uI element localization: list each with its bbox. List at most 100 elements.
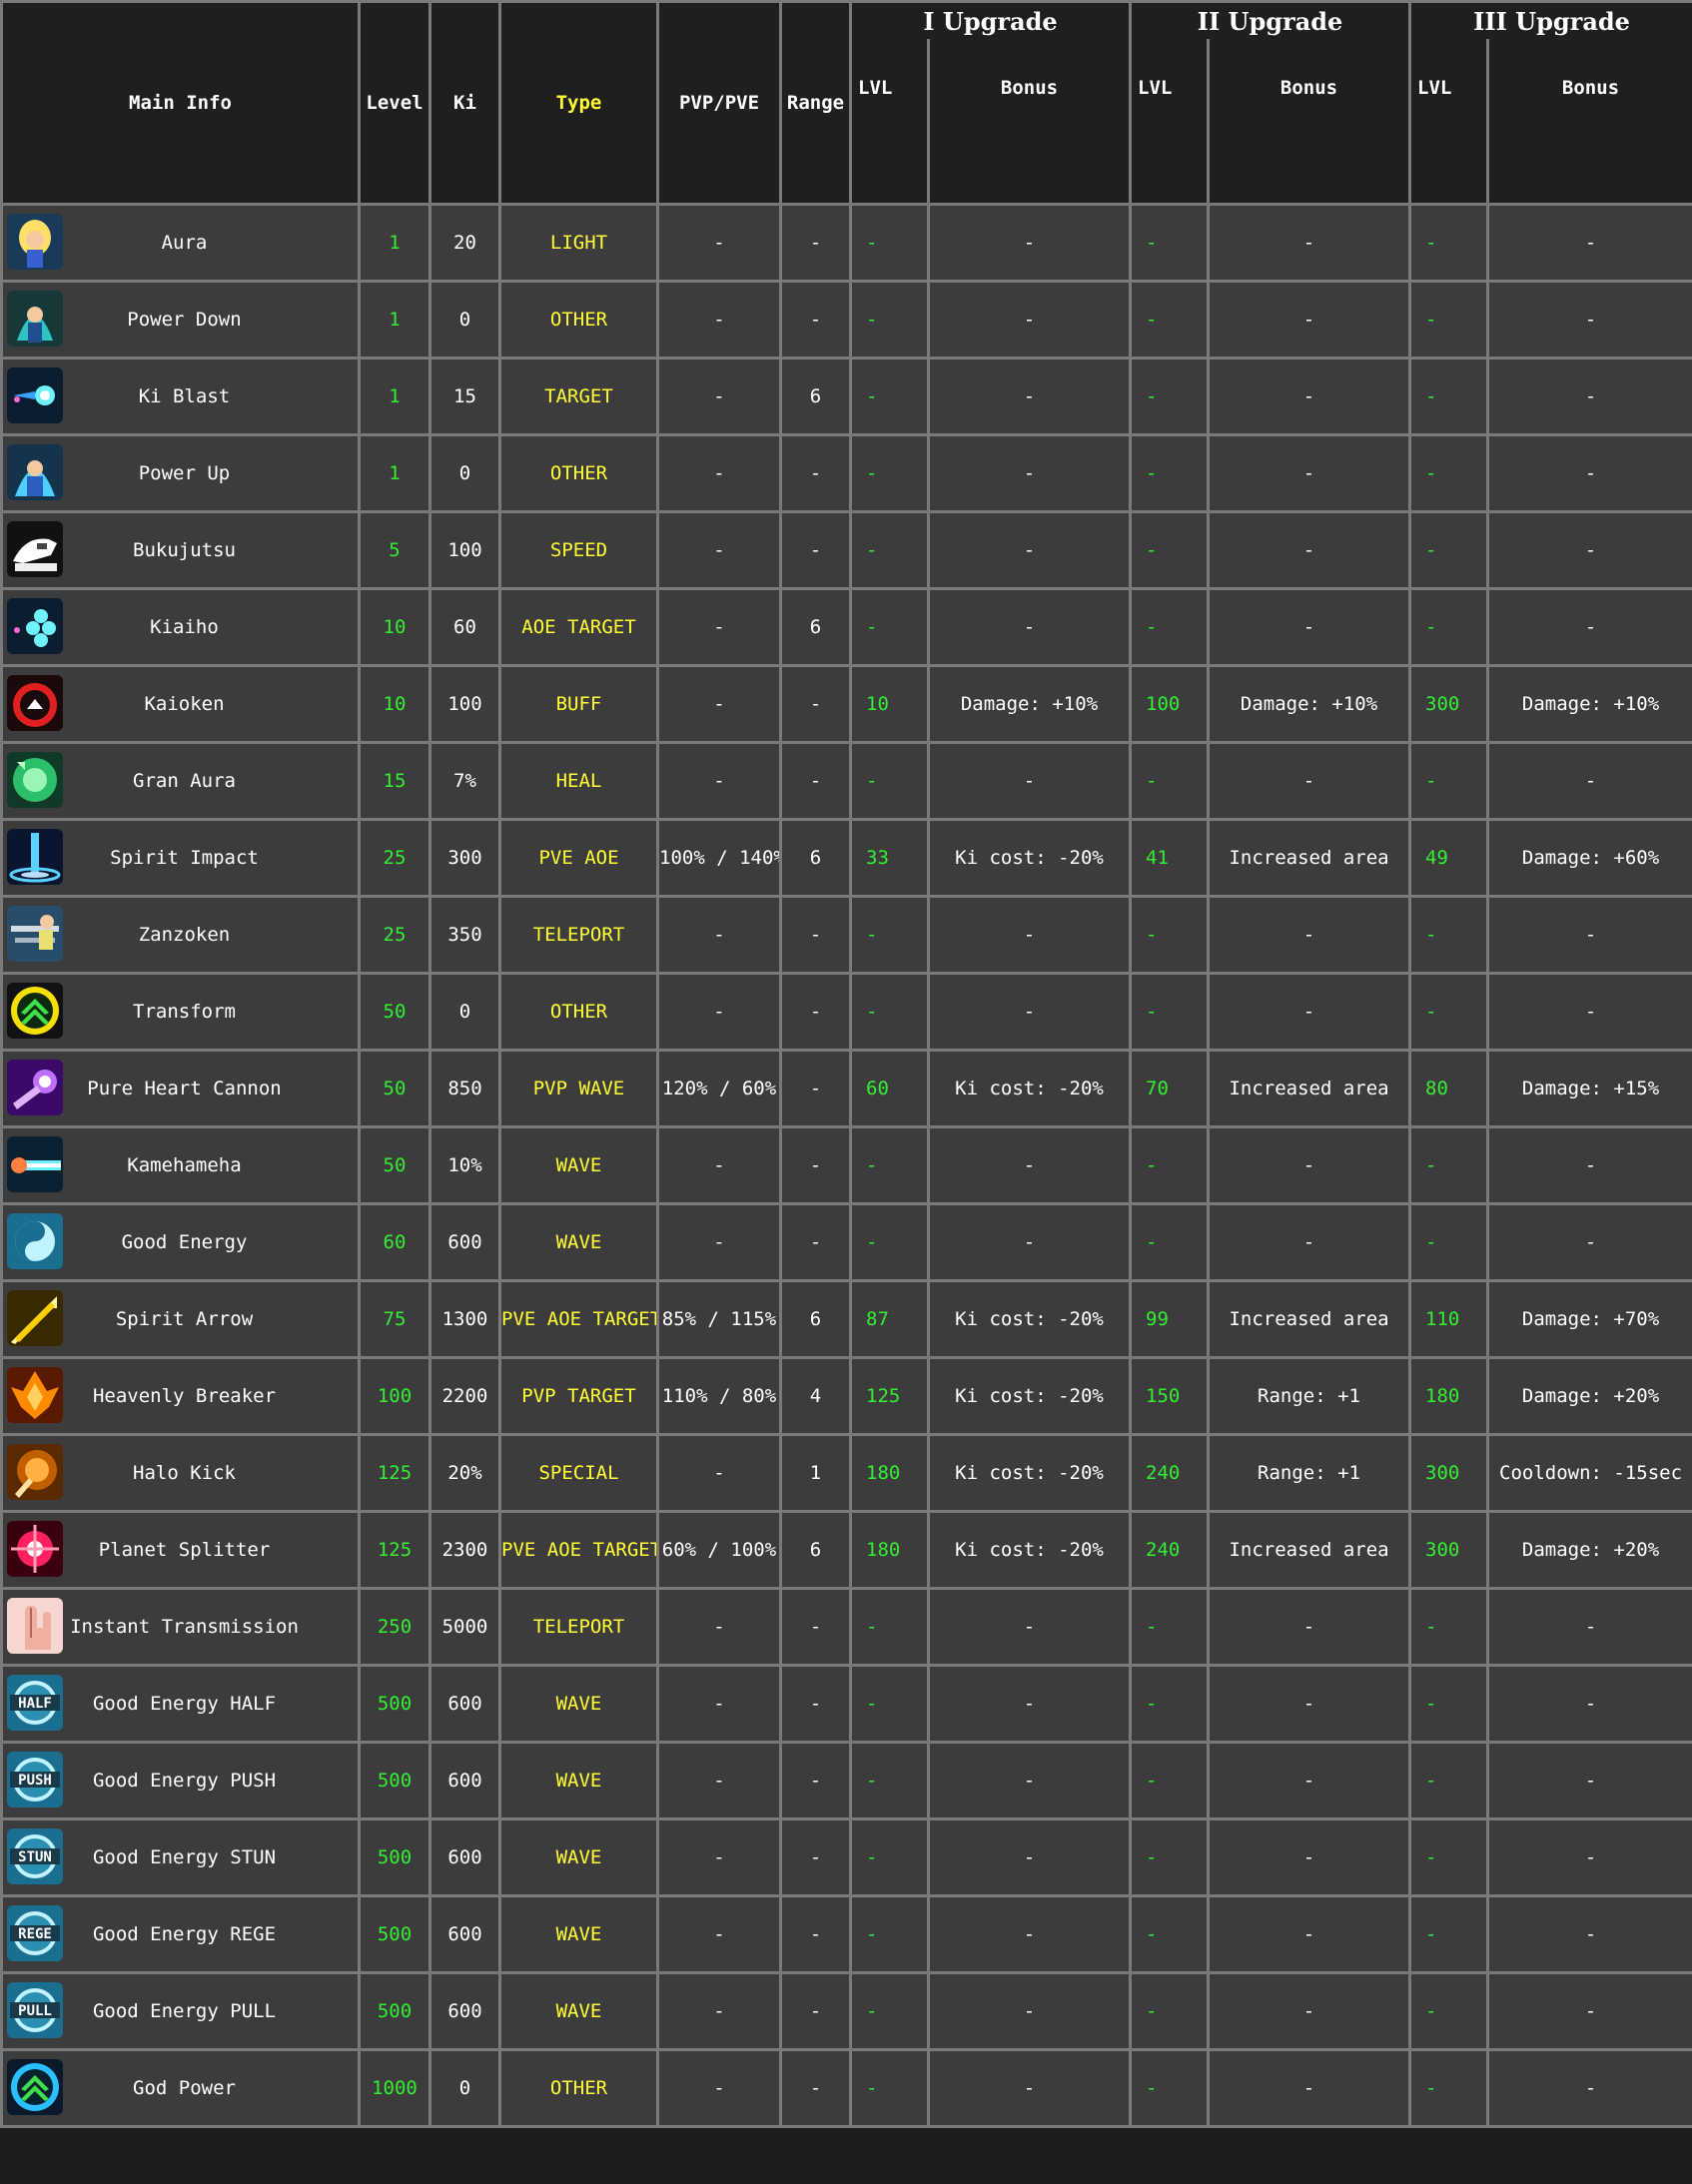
- upgrade-3-bonus-cell: -: [1486, 1587, 1692, 1667]
- header-ki: Ki: [428, 0, 501, 206]
- upgrade-3-bonus-cell: -: [1486, 203, 1692, 283]
- level-cell: 50: [358, 972, 431, 1052]
- type-cell: OTHER: [498, 433, 659, 513]
- type-cell: BUFF: [498, 664, 659, 744]
- upgrade-3-lvl-cell: 300: [1408, 1510, 1490, 1590]
- skills-table-page: Main Info Level Ki Type PVP/PVE Range I …: [0, 0, 1692, 2184]
- header-upgrade-1-bonus: Bonus: [926, 39, 1133, 206]
- upgrade-2-lvl-cell: -: [1129, 741, 1211, 821]
- ki-blast-icon: [7, 367, 63, 423]
- upgrade-2-lvl-cell: -: [1129, 1587, 1211, 1667]
- range-cell: -: [779, 510, 852, 590]
- pvp-pve-cell: -: [656, 1818, 782, 1897]
- planet-splitter-icon: [7, 1521, 63, 1577]
- skill-name: Heavenly Breaker: [92, 1385, 277, 1407]
- upgrade-3-bonus-cell: -: [1486, 895, 1692, 975]
- upgrade-1-bonus-cell: -: [926, 1587, 1133, 1667]
- upgrade-2-lvl-cell: -: [1129, 587, 1211, 667]
- upgrade-2-lvl-cell: -: [1129, 1202, 1211, 1282]
- skill-name: Ki Blast: [138, 385, 231, 407]
- spirit-impact-icon: [7, 829, 63, 885]
- pvp-pve-cell: -: [656, 1664, 782, 1744]
- level-cell: 25: [358, 818, 431, 898]
- upgrade-2-lvl-cell: -: [1129, 1664, 1211, 1744]
- upgrade-3-bonus-cell: -: [1486, 357, 1692, 436]
- upgrade-2-lvl-cell: -: [1129, 1741, 1211, 1820]
- upgrade-1-lvl-cell: -: [849, 972, 930, 1052]
- upgrade-2-lvl-cell: 70: [1129, 1049, 1211, 1128]
- type-cell: TARGET: [498, 357, 659, 436]
- upgrade-2-bonus-cell: Range: +1: [1207, 1356, 1412, 1436]
- transform-icon: [7, 983, 63, 1039]
- upgrade-1-bonus-cell: Ki cost: -20%: [926, 1049, 1133, 1128]
- skill-name: Bukujutsu: [133, 539, 236, 561]
- table-header: Main Info Level Ki Type PVP/PVE Range I …: [0, 0, 1692, 206]
- upgrade-3-lvl-cell: -: [1408, 895, 1490, 975]
- skill-name: Good Energy REGE: [92, 1923, 277, 1945]
- table-row: Aura 1 20 LIGHT - - - - - - - -: [0, 203, 1692, 283]
- upgrade-3-lvl-cell: -: [1408, 1971, 1490, 2051]
- type-cell: TELEPORT: [498, 895, 659, 975]
- main-info-cell: Planet Splitter: [0, 1510, 361, 1590]
- range-cell: 6: [779, 357, 852, 436]
- type-cell: HEAL: [498, 741, 659, 821]
- upgrade-2-bonus-cell: -: [1207, 357, 1412, 436]
- ki-cell: 600: [428, 1971, 501, 2051]
- level-cell: 5: [358, 510, 431, 590]
- upgrade-3-lvl-cell: -: [1408, 1125, 1490, 1205]
- upgrade-3-lvl-cell: -: [1408, 510, 1490, 590]
- table-row: Zanzoken 25 350 TELEPORT - - - - - - - -: [0, 895, 1692, 975]
- level-cell: 1: [358, 203, 431, 283]
- upgrade-1-bonus-cell: -: [926, 895, 1133, 975]
- upgrade-3-lvl-cell: 80: [1408, 1049, 1490, 1128]
- table-row: PULL Good Energy PULL 500 600 WAVE - - - - - - - -: [0, 1971, 1692, 2051]
- upgrade-2-lvl-cell: -: [1129, 280, 1211, 360]
- upgrade-3-lvl-cell: -: [1408, 203, 1490, 283]
- pvp-pve-cell: -: [656, 357, 782, 436]
- kamehameha-icon: [7, 1136, 63, 1192]
- skill-name: Good Energy STUN: [92, 1846, 277, 1868]
- type-cell: WAVE: [498, 1818, 659, 1897]
- upgrade-1-bonus-cell: Ki cost: -20%: [926, 1356, 1133, 1436]
- gran-aura-icon: [7, 752, 63, 808]
- upgrade-1-bonus-cell: Ki cost: -20%: [926, 1510, 1133, 1590]
- pvp-pve-cell: 85% / 115%: [656, 1279, 782, 1359]
- type-cell: AOE TARGET: [498, 587, 659, 667]
- upgrade-2-bonus-cell: Increased area: [1207, 818, 1412, 898]
- main-info-cell: REGE Good Energy REGE: [0, 1894, 361, 1974]
- type-cell: SPEED: [498, 510, 659, 590]
- half-icon: HALF: [7, 1675, 63, 1731]
- upgrade-2-lvl-cell: -: [1129, 433, 1211, 513]
- icon-tag: HALF: [18, 1696, 52, 1712]
- type-cell: WAVE: [498, 1894, 659, 1974]
- level-cell: 250: [358, 1587, 431, 1667]
- ki-cell: 300: [428, 818, 501, 898]
- upgrade-1-bonus-cell: -: [926, 2048, 1133, 2128]
- upgrade-3-bonus-cell: -: [1486, 433, 1692, 513]
- header-type: Type: [498, 0, 659, 206]
- range-cell: -: [779, 1894, 852, 1974]
- pvp-pve-cell: -: [656, 1125, 782, 1205]
- upgrade-2-lvl-cell: -: [1129, 203, 1211, 283]
- upgrade-1-bonus-cell: Ki cost: -20%: [926, 818, 1133, 898]
- upgrade-2-bonus-cell: -: [1207, 1971, 1412, 2051]
- range-cell: -: [779, 203, 852, 283]
- ki-cell: 10%: [428, 1125, 501, 1205]
- upgrade-1-lvl-cell: -: [849, 587, 930, 667]
- pvp-pve-cell: 60% / 100%: [656, 1510, 782, 1590]
- upgrade-3-bonus-cell: -: [1486, 1971, 1692, 2051]
- ki-cell: 100: [428, 664, 501, 744]
- upgrade-1-lvl-cell: -: [849, 1741, 930, 1820]
- header-upgrade-3: III Upgrade: [1408, 0, 1692, 39]
- level-cell: 500: [358, 1664, 431, 1744]
- upgrade-1-lvl-cell: -: [849, 895, 930, 975]
- header-upgrade-2-bonus: Bonus: [1207, 39, 1412, 206]
- header-pvp-pve: PVP/PVE: [656, 0, 782, 206]
- table-row: Gran Aura 15 7% HEAL - - - - - - - -: [0, 741, 1692, 821]
- pvp-pve-cell: 120% / 60%: [656, 1049, 782, 1128]
- upgrade-3-lvl-cell: -: [1408, 1202, 1490, 1282]
- pvp-pve-cell: -: [656, 972, 782, 1052]
- upgrade-3-bonus-cell: -: [1486, 1818, 1692, 1897]
- pull-icon: PULL: [7, 1982, 63, 2038]
- upgrade-2-lvl-cell: 99: [1129, 1279, 1211, 1359]
